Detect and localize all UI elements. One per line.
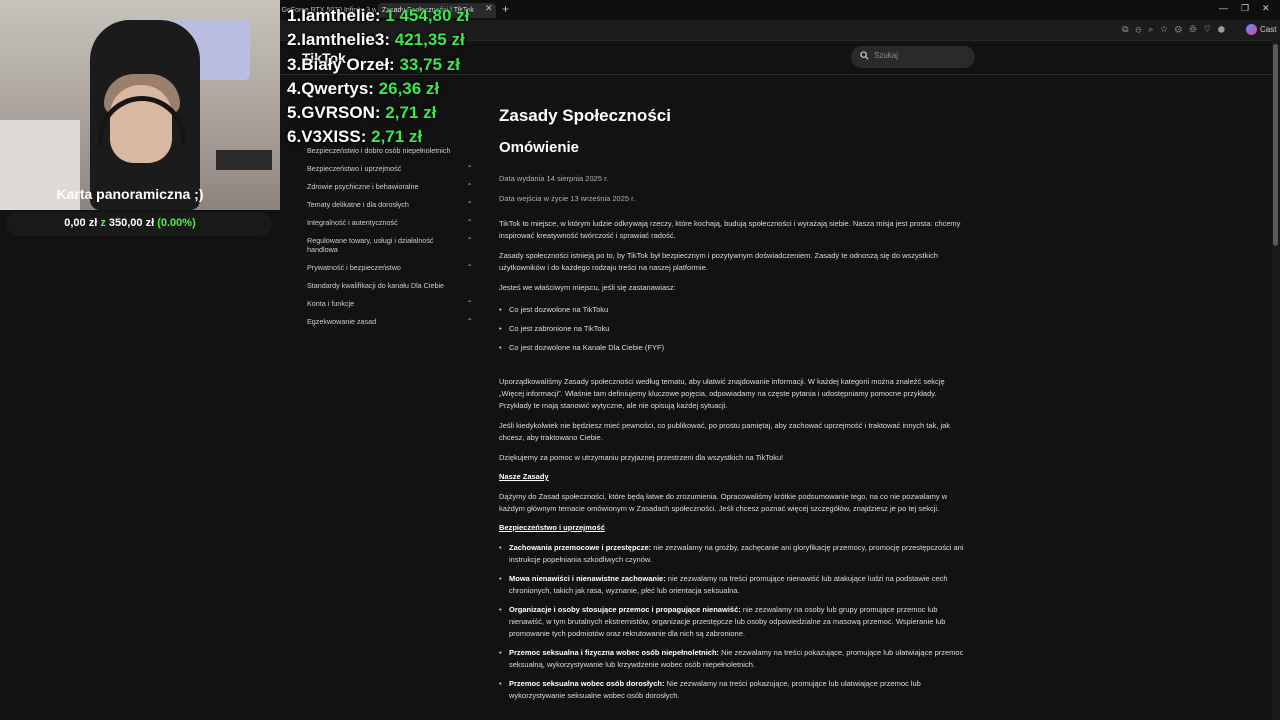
- leaderboard-row: 1.Iamthelie: 1 454,80 zł: [287, 6, 470, 25]
- list-item: Co jest zabronione na TikToku: [499, 323, 971, 335]
- chevron-up-icon[interactable]: ⌃: [466, 200, 473, 209]
- chevron-up-icon[interactable]: ⌃: [466, 236, 473, 245]
- goal-progress: 0,00 zł z 350,00 zł (0.00%): [64, 217, 196, 229]
- list-item: Mowa nienawiści i nienawistne zachowanie…: [499, 573, 971, 597]
- list-item: Zachowania przemocowe i przestępcze: nie…: [499, 542, 971, 566]
- webcam-feed: [0, 0, 280, 210]
- chevron-up-icon[interactable]: ⌃: [466, 263, 473, 272]
- chevron-up-icon[interactable]: ⌃: [466, 299, 473, 308]
- effective-date: Data wejścia w życie 13 września 2025 r.: [499, 194, 636, 203]
- sidebar-item-regulated-goods[interactable]: Regulowane towary, usługi i działalność …: [307, 236, 473, 254]
- guidelines-sidebar: Bezpieczeństwo i dobro osób niepełnoletn…: [307, 146, 473, 335]
- leaderboard-row: 6.V3XISS: 2,71 zł: [287, 127, 423, 147]
- leaderboard-row: 5.GVRSON: 2,71 zł: [287, 103, 437, 123]
- leaderboard-row: 2.Iamthelie3: 421,35 zł: [287, 30, 465, 50]
- body-paragraph: Jeśli kiedykolwiek nie będziesz mieć pew…: [499, 421, 951, 442]
- list-item: Organizacje i osoby stosujące przemoc i …: [499, 604, 971, 640]
- guidelines-content: Zasady Społeczności Omówienie Data wydan…: [499, 106, 971, 714]
- scrollbar-thumb[interactable]: [1273, 44, 1278, 246]
- close-window-icon[interactable]: ✕: [1262, 3, 1270, 14]
- search-icon: [860, 51, 869, 60]
- goal-title: Karta panoramiczna ;): [56, 186, 204, 202]
- chevron-up-icon[interactable]: ⌃: [466, 218, 473, 227]
- search-placeholder: Szukaj: [874, 51, 899, 60]
- list-item: Co jest dozwolone na TikToku: [499, 304, 971, 316]
- profile-avatar-icon[interactable]: [1246, 24, 1257, 35]
- toolbar-icons[interactable]: ⧉⊖⌕☆⚙♲♡⬢: [1122, 24, 1232, 35]
- minimize-icon[interactable]: —: [1219, 3, 1228, 13]
- sidebar-item-integrity[interactable]: Integralność i autentyczność ⌃: [307, 218, 473, 227]
- sidebar-item-accounts[interactable]: Konta i funkcje ⌃: [307, 299, 473, 308]
- donation-goal-panel: Karta panoramiczna ;) 0,00 zł z 350,00 z…: [0, 180, 280, 240]
- sidebar-item-mental-health[interactable]: Zdrowie psychiczne i behawioralne ⌃: [307, 182, 473, 191]
- sidebar-item-enforcement[interactable]: Egzekwowanie zasad ⌃: [307, 317, 473, 326]
- intro-paragraph: TikTok to miejsce, w którym ludzie odkry…: [499, 219, 961, 240]
- leaderboard-row: 4.Qwertys: 26,36 zł: [287, 78, 440, 98]
- body-paragraph: Dziękujemy za pomoc w utrzymaniu przyjaz…: [499, 453, 784, 462]
- section-heading-rules: Nasze Zasady: [499, 472, 549, 481]
- donation-leaderboard: 1.Iamthelie: 1 454,80 zł 2.Iamthelie3: 4…: [287, 4, 469, 150]
- close-tab-icon[interactable]: ✕: [485, 3, 493, 14]
- sidebar-item-sensitive-topics[interactable]: Tematy delikatne i dla dorosłych ⌃: [307, 200, 473, 209]
- search-input[interactable]: Szukaj: [851, 46, 975, 68]
- intro-paragraph: Zasady społeczności istnieją po to, by T…: [499, 251, 938, 272]
- publish-date: Data wydania 14 sierpnia 2025 r.: [499, 174, 609, 183]
- questions-list: Co jest dozwolone na TikToku Co jest zab…: [499, 304, 971, 354]
- page-subtitle: Omówienie: [499, 139, 580, 156]
- list-item: Przemoc seksualna wobec osób dorosłych: …: [499, 678, 971, 702]
- page-title: Zasady Społeczności: [499, 106, 671, 125]
- list-item: Co jest dozwolone na Kanale Dla Ciebie (…: [499, 342, 971, 354]
- chevron-up-icon[interactable]: ⌃: [466, 317, 473, 326]
- body-paragraph: Dążymy do Zasad społeczności, które będą…: [499, 492, 948, 513]
- chevron-up-icon[interactable]: ⌃: [466, 164, 473, 173]
- restore-icon[interactable]: ❐: [1241, 3, 1249, 14]
- rules-list: Zachowania przemocowe i przestępcze: nie…: [499, 542, 971, 702]
- section-heading-safety[interactable]: Bezpieczeństwo i uprzejmość: [499, 523, 971, 532]
- new-tab-icon[interactable]: +: [502, 2, 509, 16]
- sidebar-item-fyf-standards[interactable]: Standardy kwalifikacji do kanału Dla Cie…: [307, 281, 473, 290]
- sidebar-item-privacy[interactable]: Prywatność i bezpieczeństwo ⌃: [307, 263, 473, 272]
- cast-button[interactable]: Cast: [1260, 25, 1276, 34]
- chevron-up-icon[interactable]: ⌃: [466, 182, 473, 191]
- sidebar-item-safety-civility[interactable]: Bezpieczeństwo i uprzejmość ⌃: [307, 164, 473, 173]
- body-paragraph: Uporządkowaliśmy Zasady społeczności wed…: [499, 377, 945, 410]
- intro-paragraph: Jesteś we właściwym miejscu, jeśli się z…: [499, 283, 676, 292]
- leaderboard-row: 3.Biały Orzeł: 33,75 zł: [287, 54, 460, 74]
- list-item: Przemoc seksualna i fizyczna wobec osób …: [499, 647, 971, 671]
